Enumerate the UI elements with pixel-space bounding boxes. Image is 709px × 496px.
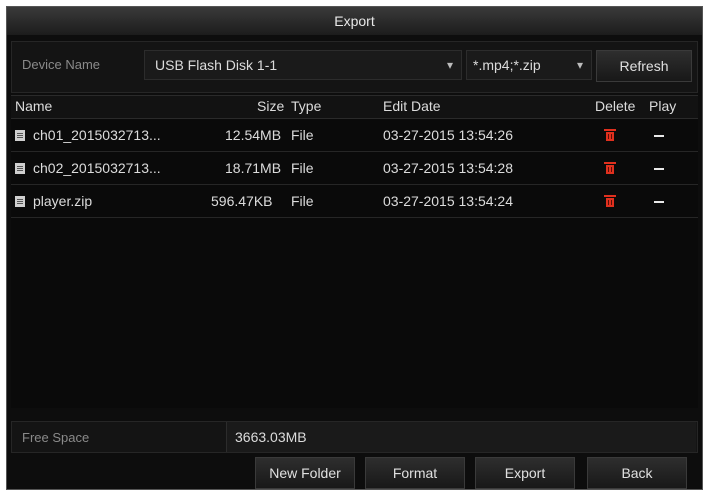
export-button[interactable]: Export (475, 457, 575, 489)
device-name-label: Device Name (22, 57, 101, 72)
header-play: Play (649, 98, 677, 114)
header-type[interactable]: Type (291, 98, 321, 114)
file-icon (15, 163, 25, 174)
format-button[interactable]: Format (365, 457, 465, 489)
file-size: 596.47KB (211, 193, 273, 209)
file-icon (15, 196, 25, 207)
trash-icon[interactable] (604, 195, 616, 207)
file-name: player.zip (33, 193, 93, 209)
header-delete: Delete (595, 98, 636, 114)
free-space-bar: Free Space 3663.03MB (11, 421, 698, 453)
dash-icon[interactable] (654, 201, 664, 203)
file-type: File (291, 160, 314, 176)
file-size: 18.71MB (225, 160, 282, 176)
dialog-title: Export (7, 7, 702, 35)
file-name: ch02_2015032713... (33, 160, 161, 176)
table-row[interactable]: ch01_2015032713... 12.54MB File 03-27-20… (11, 119, 698, 152)
table-row[interactable]: ch02_2015032713... 18.71MB File 03-27-20… (11, 152, 698, 185)
device-select-value: USB Flash Disk 1-1 (155, 57, 278, 73)
chevron-down-icon: ▾ (446, 58, 453, 72)
device-select[interactable]: USB Flash Disk 1-1 ▾ (144, 50, 462, 80)
file-icon (15, 130, 25, 141)
toolbar: Device Name USB Flash Disk 1-1 ▾ *.mp4;*… (11, 41, 698, 93)
refresh-button[interactable]: Refresh (596, 50, 692, 82)
table-row[interactable]: player.zip 596.47KB File 03-27-2015 13:5… (11, 185, 698, 218)
dash-icon[interactable] (654, 135, 664, 137)
file-edit-date: 03-27-2015 13:54:24 (383, 193, 513, 209)
header-name[interactable]: Name (15, 98, 52, 114)
file-table: Name Size Type Edit Date Delete Play ch0… (11, 95, 698, 408)
free-space-value: 3663.03MB (226, 422, 696, 452)
export-dialog: Export Device Name USB Flash Disk 1-1 ▾ … (6, 6, 703, 490)
chevron-down-icon: ▾ (576, 58, 583, 72)
file-type: File (291, 127, 314, 143)
back-button[interactable]: Back (587, 457, 687, 489)
free-space-label: Free Space (22, 430, 90, 445)
table-header: Name Size Type Edit Date Delete Play (11, 96, 698, 119)
file-filter-value: *.mp4;*.zip (473, 57, 541, 73)
file-type: File (291, 193, 314, 209)
file-edit-date: 03-27-2015 13:54:28 (383, 160, 513, 176)
trash-icon[interactable] (604, 129, 616, 141)
file-size: 12.54MB (225, 127, 282, 143)
header-size[interactable]: Size (257, 98, 284, 114)
header-edit-date[interactable]: Edit Date (383, 98, 441, 114)
dash-icon[interactable] (654, 168, 664, 170)
trash-icon[interactable] (604, 162, 616, 174)
new-folder-button[interactable]: New Folder (255, 457, 355, 489)
file-filter-select[interactable]: *.mp4;*.zip ▾ (466, 50, 592, 80)
file-name: ch01_2015032713... (33, 127, 161, 143)
file-edit-date: 03-27-2015 13:54:26 (383, 127, 513, 143)
